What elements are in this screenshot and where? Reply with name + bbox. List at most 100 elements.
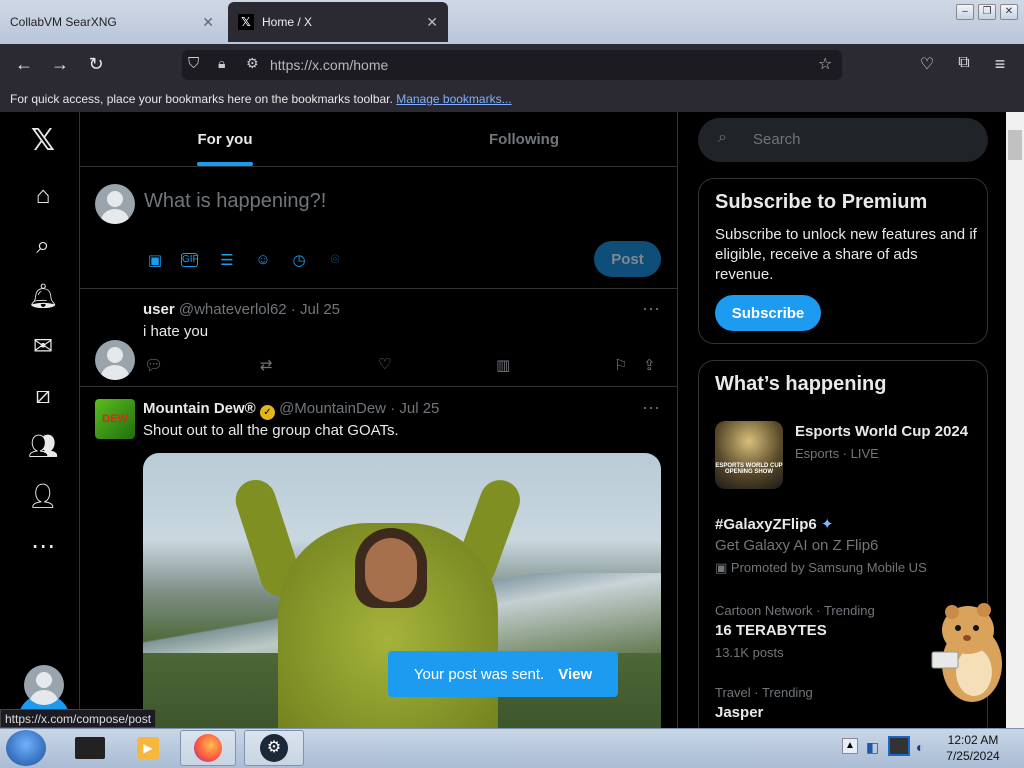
- more-options-icon[interactable]: ···: [642, 397, 660, 418]
- promoted-by: Promoted by Samsung Mobile US: [730, 560, 927, 575]
- trend-title: Jasper: [715, 704, 764, 721]
- schedule-icon[interactable]: ◷: [289, 251, 309, 269]
- bookmarks-toolbar: For quick access, place your bookmarks h…: [0, 86, 1024, 112]
- compose-input[interactable]: What is happening?!: [144, 190, 326, 213]
- grok-slash-icon[interactable]: ⧄: [27, 380, 59, 412]
- search-placeholder: Search: [753, 131, 801, 148]
- tab-following[interactable]: Following: [376, 112, 672, 166]
- views-icon[interactable]: ▥: [496, 356, 510, 374]
- forward-icon[interactable]: →: [48, 54, 72, 75]
- tweet-header: Mountain Dew® ✓ @MountainDew · Jul 25: [143, 400, 439, 420]
- close-tab-icon[interactable]: ✕: [202, 14, 214, 31]
- trend-hashtag: #GalaxyZFlip6: [715, 516, 817, 533]
- tweet-date[interactable]: Jul 25: [300, 301, 340, 318]
- hamster-desktop-pet[interactable]: [928, 600, 1004, 706]
- divider: [80, 288, 677, 289]
- location-icon[interactable]: ⌾: [325, 251, 345, 268]
- link-status-url: https://x.com/compose/post: [0, 709, 157, 728]
- tab-searxng[interactable]: CollabVM SearXNG ✕: [0, 2, 224, 42]
- maximize-button[interactable]: ❐: [978, 4, 996, 20]
- like-icon[interactable]: ♡: [378, 355, 391, 373]
- tab-label: For you: [197, 130, 253, 148]
- extensions-icon[interactable]: ⧉: [952, 54, 976, 72]
- bookmarks-message: For quick access, place your bookmarks h…: [10, 92, 393, 106]
- browser-tab-bar: CollabVM SearXNG ✕ 𝕏 Home / X ✕ – ❐ ✕: [0, 0, 1024, 44]
- share-icon[interactable]: ⇪: [643, 356, 656, 374]
- divider: [80, 166, 677, 167]
- menu-icon[interactable]: ≡: [988, 54, 1012, 75]
- notifications-bell-icon[interactable]: 🔔︎: [27, 280, 59, 312]
- tray-volume-icon[interactable]: ◐: [916, 739, 924, 755]
- tray-network-icon[interactable]: [888, 736, 910, 756]
- tweet-handle[interactable]: @MountainDew: [279, 400, 386, 417]
- messages-envelope-icon[interactable]: ✉: [27, 330, 59, 362]
- close-window-button[interactable]: ✕: [1000, 4, 1018, 20]
- tweet-author-name[interactable]: Mountain Dew®: [143, 400, 256, 417]
- bookmark-star-icon[interactable]: ☆: [818, 54, 832, 74]
- search-icon: ⌕: [718, 129, 727, 146]
- happening-title: What’s happening: [715, 373, 887, 395]
- pocket-icon[interactable]: ♡: [915, 54, 939, 74]
- communities-icon[interactable]: 👥︎: [27, 430, 59, 462]
- x-logo-icon[interactable]: 𝕏: [27, 124, 59, 157]
- retweet-icon[interactable]: ⇄: [260, 356, 273, 374]
- tab-x-home[interactable]: 𝕏 Home / X ✕: [228, 2, 448, 42]
- event-title: Esports World Cup 2024: [795, 423, 969, 440]
- scrollbar-thumb[interactable]: [1008, 130, 1022, 160]
- event-subtitle: Esports · LIVE: [795, 446, 879, 461]
- taskbar-clock[interactable]: 12:02 AM 7/25/2024: [940, 732, 1006, 764]
- verified-badge-icon: ✓: [259, 405, 275, 420]
- url-text[interactable]: https://x.com/home: [270, 57, 388, 73]
- toast-text: Your post was sent.: [413, 665, 545, 683]
- image-icon[interactable]: ▣: [145, 251, 165, 269]
- tab-label: Following: [489, 130, 559, 148]
- tweet-avatar[interactable]: [95, 340, 135, 380]
- profile-icon[interactable]: 👤︎: [27, 480, 59, 512]
- sparkle-icon: ✦: [820, 516, 834, 533]
- promoted-trend[interactable]: #GalaxyZFlip6 ✦ Get Galaxy AI on Z Flip6…: [715, 515, 977, 576]
- account-avatar[interactable]: [24, 665, 64, 705]
- reply-icon[interactable]: 💬︎: [144, 356, 163, 374]
- gif-icon[interactable]: GIF: [181, 253, 199, 267]
- tray-app-icon[interactable]: ◧: [866, 739, 879, 756]
- show-hidden-icons-button[interactable]: ▲: [842, 738, 858, 754]
- clock-time: 12:02 AM: [947, 733, 999, 747]
- lock-icon[interactable]: 🔒︎: [218, 55, 225, 72]
- start-button[interactable]: [6, 730, 46, 766]
- search-input[interactable]: [698, 118, 988, 162]
- post-button[interactable]: Post: [594, 241, 661, 277]
- toast-view-link[interactable]: View: [558, 666, 592, 683]
- poll-icon[interactable]: ☰: [217, 251, 237, 269]
- x-favicon-icon: 𝕏: [238, 14, 254, 30]
- divider: [80, 386, 677, 387]
- premium-title: Subscribe to Premium: [715, 191, 928, 213]
- more-options-icon[interactable]: ···: [642, 298, 660, 319]
- mountain-dew-avatar[interactable]: DEW: [95, 399, 135, 439]
- taskbar-steam-icon[interactable]: ⚙: [244, 730, 304, 766]
- back-icon[interactable]: ←: [12, 54, 36, 75]
- emoji-icon[interactable]: ☺: [253, 251, 273, 268]
- search-icon[interactable]: ⌕: [27, 230, 59, 262]
- tweet-handle[interactable]: @whateverlol62: [179, 301, 287, 318]
- taskbar-firefox-icon[interactable]: [180, 730, 236, 766]
- close-tab-icon[interactable]: ✕: [426, 14, 438, 31]
- taskbar-media-player-icon[interactable]: ▶: [120, 730, 176, 766]
- reload-icon[interactable]: ↻: [84, 54, 108, 75]
- event-thumbnail[interactable]: ESPORTS WORLD CUP OPENING SHOW: [715, 421, 783, 489]
- page-scrollbar[interactable]: [1006, 112, 1024, 728]
- tab-for-you[interactable]: For you: [80, 112, 370, 166]
- permissions-icon[interactable]: ⚙: [246, 55, 259, 72]
- media-player-icon: ▶: [137, 737, 159, 759]
- tweet-date[interactable]: Jul 25: [399, 400, 439, 417]
- home-icon[interactable]: ⌂: [27, 180, 59, 212]
- tweet-author-name[interactable]: user: [143, 301, 175, 318]
- subscribe-button[interactable]: Subscribe: [715, 295, 821, 331]
- minimize-button[interactable]: –: [956, 4, 974, 20]
- more-icon[interactable]: ⋯: [27, 530, 59, 562]
- manage-bookmarks-link[interactable]: Manage bookmarks...: [396, 92, 511, 106]
- left-nav: 𝕏 ⌂ ⌕ 🔔︎ ✉ ⧄ 👥︎ 👤︎ ⋯ ✎: [0, 112, 80, 746]
- taskbar-explorer-icon[interactable]: [62, 730, 118, 766]
- event-item[interactable]: Esports World Cup 2024 Esports · LIVE: [795, 423, 985, 461]
- shield-icon[interactable]: ⛉: [188, 55, 199, 72]
- bookmark-icon[interactable]: ⚐: [614, 356, 627, 374]
